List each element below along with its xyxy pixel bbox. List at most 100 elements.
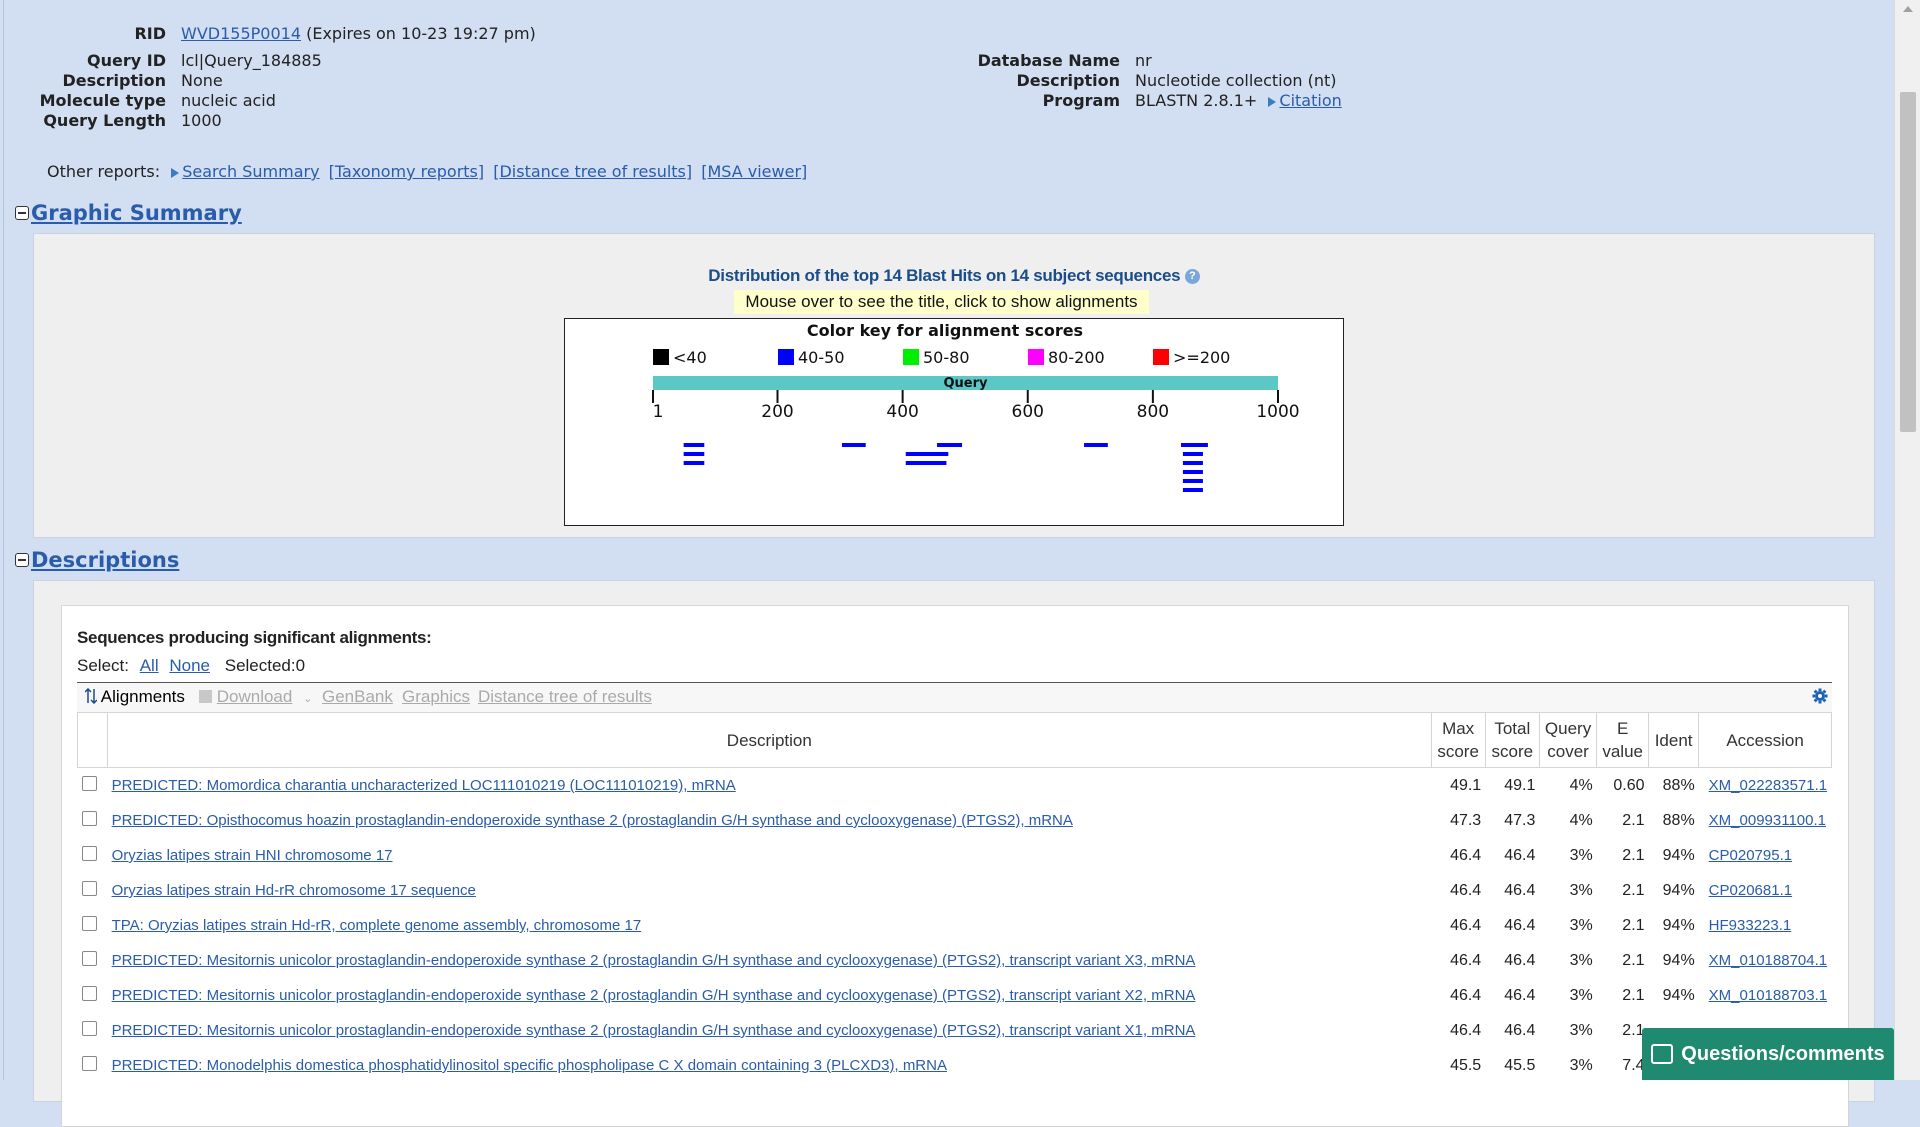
max-score-cell: 46.4 (1450, 986, 1482, 1004)
hit-bar (1084, 443, 1108, 447)
hit-bar (683, 443, 705, 447)
table-row: PREDICTED: Mesitornis unicolor prostagla… (78, 1013, 1832, 1048)
row-checkbox[interactable] (81, 951, 97, 966)
hit-bar (905, 452, 949, 456)
e-value-cell: 2.1 (1622, 881, 1645, 899)
select-none-link[interactable]: None (169, 656, 210, 675)
taxonomy-reports-link[interactable]: [Taxonomy reports] (329, 162, 484, 181)
total-score-cell: 45.5 (1504, 1056, 1536, 1074)
row-checkbox-cell (78, 768, 108, 804)
row-checkbox[interactable] (81, 811, 97, 826)
alignments-button[interactable]: Alignments (84, 687, 185, 707)
max-score-cell: 46.4 (1450, 1021, 1482, 1039)
query-cover-cell: 3% (1569, 986, 1593, 1004)
scroll-up-icon[interactable] (1903, 6, 1913, 12)
row-checkbox-cell (78, 838, 108, 873)
search-summary-link[interactable]: Search Summary (182, 162, 319, 181)
rid-link[interactable]: WVD155P0014 (181, 24, 301, 43)
accession-link[interactable]: XM_009931100.1 (1709, 812, 1826, 829)
max-score-header-line1: Max (1442, 719, 1475, 738)
axis-tick-label: 400 (886, 402, 918, 422)
database-name-value: nr (1135, 51, 1152, 70)
hit-bar (905, 461, 947, 465)
description-link[interactable]: Oryzias latipes strain Hd-rR chromosome … (112, 882, 476, 899)
max-score-column-header[interactable]: Max score (1430, 712, 1486, 768)
row-checkbox[interactable] (81, 776, 97, 791)
query-cover-cell: 4% (1569, 776, 1593, 794)
ident-column-header[interactable]: Ident (1648, 712, 1700, 768)
database-name-label: Database Name (977, 51, 1120, 70)
program-value: BLASTN 2.8.1+ (1135, 91, 1258, 110)
description-link[interactable]: PREDICTED: Opisthocomus hoazin prostagla… (112, 812, 1073, 829)
query-cover-cell: 3% (1569, 916, 1593, 934)
accession-link[interactable]: HF933223.1 (1709, 917, 1792, 934)
axis-tick-label: 1 (653, 402, 664, 422)
query-cover-cell: 3% (1569, 881, 1593, 899)
description-cell: PREDICTED: Mesitornis unicolor prostagla… (108, 1013, 1431, 1048)
gear-icon[interactable] (1812, 688, 1828, 704)
table-row: PREDICTED: Monodelphis domestica phospha… (78, 1048, 1832, 1083)
questions-comments-button[interactable]: Questions/comments (1642, 1028, 1894, 1080)
description-link[interactable]: PREDICTED: Mesitornis unicolor prostagla… (112, 952, 1196, 969)
query-cover-column-header[interactable]: Query cover (1538, 712, 1598, 768)
select-all-link[interactable]: All (140, 656, 159, 675)
graphic-summary-heading: Distribution of the top 14 Blast Hits on… (34, 266, 1874, 286)
color-key-label: <40 (673, 348, 707, 367)
row-checkbox[interactable] (81, 881, 97, 896)
hit-bar (683, 461, 705, 465)
row-checkbox-cell (78, 908, 108, 943)
download-button[interactable]: Download ⌄ (199, 687, 312, 707)
graphics-button[interactable]: Graphics (402, 687, 470, 707)
accession-link[interactable]: CP020795.1 (1709, 847, 1792, 864)
descriptions-title[interactable]: Descriptions (31, 548, 179, 572)
genbank-button[interactable]: GenBank (322, 687, 393, 707)
distance-tree-button[interactable]: Distance tree of results (478, 687, 652, 707)
e-value-cell: 2.1 (1622, 986, 1645, 1004)
vertical-scrollbar[interactable] (1894, 0, 1920, 1080)
collapse-icon[interactable] (15, 553, 29, 567)
accession-link[interactable]: XM_022283571.1 (1709, 777, 1827, 794)
description-link[interactable]: TPA: Oryzias latipes strain Hd-rR, compl… (112, 917, 642, 934)
graphic-summary-title[interactable]: Graphic Summary (31, 201, 242, 225)
description-link[interactable]: PREDICTED: Momordica charantia uncharact… (112, 777, 736, 794)
scrollbar-thumb[interactable] (1900, 92, 1916, 432)
description-cell: PREDICTED: Monodelphis domestica phospha… (108, 1048, 1431, 1083)
accession-link[interactable]: CP020681.1 (1709, 882, 1792, 899)
query-length-label: Query Length (43, 111, 166, 130)
row-checkbox[interactable] (81, 1021, 97, 1036)
description-column-header[interactable]: Description (107, 712, 1432, 768)
max-score-cell: 47.3 (1450, 811, 1482, 829)
row-checkbox[interactable] (81, 846, 97, 861)
description-link[interactable]: Oryzias latipes strain HNI chromosome 17 (112, 847, 393, 864)
alignment-graphic[interactable]: Color key for alignment scores <40 40-50 50… (564, 318, 1344, 526)
e-value-column-header[interactable]: Evalue (1596, 712, 1650, 768)
total-score-column-header[interactable]: Total score (1484, 712, 1540, 768)
accession-column-header[interactable]: Accession (1698, 712, 1832, 768)
e-value-cell: 7.4 (1622, 1056, 1645, 1074)
row-checkbox[interactable] (81, 1056, 97, 1071)
axis-tick-label: 800 (1137, 402, 1169, 422)
help-icon[interactable]: ? (1184, 269, 1200, 285)
query-cover-cell: 3% (1569, 1021, 1593, 1039)
rid-expiry: (Expires on 10-23 19:27 pm) (306, 24, 536, 43)
hit-bar (1182, 470, 1203, 474)
table-row: PREDICTED: Opisthocomus hoazin prostagla… (78, 803, 1832, 838)
citation-link[interactable]: Citation (1279, 91, 1341, 110)
description-link[interactable]: PREDICTED: Mesitornis unicolor prostagla… (112, 1022, 1196, 1039)
hit-bar (1181, 443, 1208, 447)
table-row: Oryzias latipes strain HNI chromosome 17… (78, 838, 1832, 873)
distance-tree-link[interactable]: [Distance tree of results] (493, 162, 692, 181)
row-checkbox[interactable] (81, 986, 97, 1001)
msa-viewer-link[interactable]: [MSA viewer] (701, 162, 807, 181)
collapse-icon[interactable] (15, 206, 29, 220)
accession-link[interactable]: XM_010188703.1 (1709, 987, 1827, 1004)
description-cell: PREDICTED: Mesitornis unicolor prostagla… (108, 943, 1431, 978)
table-row: PREDICTED: Momordica charantia uncharact… (78, 768, 1832, 804)
description-link[interactable]: PREDICTED: Monodelphis domestica phospha… (112, 1057, 947, 1074)
accession-link[interactable]: XM_010188704.1 (1709, 952, 1827, 969)
color-key-swatch (903, 349, 919, 365)
row-checkbox[interactable] (81, 916, 97, 931)
description-link[interactable]: PREDICTED: Mesitornis unicolor prostagla… (112, 987, 1196, 1004)
ident-cell: 94% (1662, 986, 1695, 1004)
e-value-header-line2: value (1602, 742, 1643, 761)
